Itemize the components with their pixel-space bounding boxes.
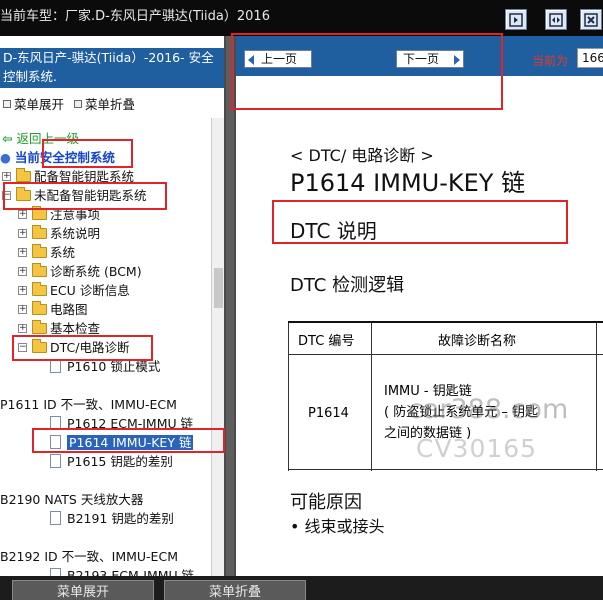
bottom-toolbar: 菜单展开 菜单折叠 — [0, 576, 603, 600]
table-bottom-border — [288, 469, 603, 470]
menu-collapse-link[interactable]: 菜单折叠 — [85, 97, 135, 112]
tree-item[interactable]: B2192 ID 不一致、IMMU-ECM — [0, 548, 178, 566]
folder-icon — [32, 320, 47, 334]
close-icon[interactable] — [580, 9, 602, 30]
tree-item[interactable]: B2190 NATS 天线放大器 — [0, 491, 143, 509]
annotation-box — [42, 139, 133, 168]
expand-plus-icon[interactable]: + — [18, 248, 27, 257]
expand-horizontal-icon[interactable] — [545, 9, 567, 30]
pane-splitter[interactable] — [224, 36, 236, 576]
document-icon — [50, 359, 61, 373]
folder-icon — [32, 263, 47, 277]
expand-plus-icon[interactable]: + — [18, 267, 27, 276]
tree-item[interactable]: + ECU 诊断信息 — [18, 282, 130, 300]
tree-item[interactable]: P1615 钥匙的差别 — [50, 453, 173, 471]
dtc-title: P1614 IMMU-KEY 链 — [290, 169, 526, 197]
menu-expand-button[interactable]: 菜单展开 — [12, 580, 154, 600]
menu-expand-link[interactable]: 菜单展开 — [14, 97, 64, 112]
tree-item[interactable]: + 电路图 — [18, 301, 88, 319]
expand-plus-icon[interactable]: + — [18, 305, 27, 314]
menu-controls: 菜单展开 菜单折叠 — [0, 94, 135, 113]
page-number-input[interactable]: 166 — [577, 48, 603, 68]
tree-item[interactable]: + 系统 — [18, 244, 75, 262]
tree-item[interactable]: B2191 钥匙的差别 — [50, 510, 174, 528]
expand-square-icon — [3, 100, 11, 108]
tree-scrollbar[interactable] — [211, 118, 224, 576]
watermark: car388.com — [408, 394, 569, 425]
menu-collapse-button[interactable]: 菜单折叠 — [164, 580, 306, 600]
document-icon — [50, 511, 61, 525]
splitter-grip[interactable] — [226, 36, 234, 576]
document-pane: 上一页 下一页 当前为 166 < DTC/ 电路诊断 > P1614 IMMU… — [236, 36, 603, 576]
page-label: 当前为 — [532, 54, 569, 68]
expand-plus-icon[interactable]: + — [18, 286, 27, 295]
annotation-box — [3, 182, 167, 210]
document-icon — [50, 454, 61, 468]
tree-item[interactable]: B2193 ECM-IMMU 链 — [50, 567, 194, 576]
system-header: D-东风日产-骐达(Tiida）-2016- 安全控制系统. — [0, 48, 224, 88]
document-icon — [50, 568, 61, 576]
tree-item[interactable]: + 诊断系统 (BCM) — [18, 263, 142, 281]
expand-plus-icon[interactable]: + — [18, 324, 27, 333]
arrow-right-boxed-icon[interactable] — [505, 9, 527, 30]
dtc-code-cell: P1614 — [308, 406, 349, 421]
scrollbar-thumb[interactable] — [214, 268, 223, 308]
dtc-logic-heading: DTC 检测逻辑 — [290, 275, 405, 296]
annotation-box — [12, 335, 153, 361]
navigation-pane: D-东风日产-骐达(Tiida）-2016- 安全控制系统. 菜单展开 菜单折叠… — [0, 36, 224, 576]
arrow-left-icon: ⇦ — [2, 131, 13, 146]
table-border — [288, 323, 289, 471]
expand-plus-icon[interactable]: + — [2, 172, 11, 181]
possible-cause-item: • 线束或接头 — [290, 517, 385, 536]
watermark: CV30165 — [416, 434, 538, 463]
collapse-square-icon — [74, 100, 82, 108]
annotation-box — [231, 33, 503, 110]
table-divider — [371, 323, 372, 471]
folder-icon — [16, 168, 31, 182]
folder-icon — [32, 244, 47, 258]
title-bar: 当前车型：厂家.D-东风日产骐达(Tiida）2016 — [0, 0, 603, 36]
possible-cause-heading: 可能原因 — [290, 492, 362, 513]
person-icon: ● — [0, 150, 11, 165]
expand-plus-icon[interactable]: + — [18, 229, 27, 238]
expand-plus-icon[interactable]: + — [18, 210, 27, 219]
table-divider — [596, 323, 597, 471]
tree-item[interactable]: P1611 ID 不一致、IMMU-ECM — [0, 396, 177, 414]
tree-item[interactable]: + 系统说明 — [18, 225, 100, 243]
annotation-box — [272, 200, 568, 244]
annotation-box — [32, 428, 225, 453]
column-header-code: DTC 编号 — [298, 334, 355, 349]
folder-icon — [32, 206, 47, 220]
folder-icon — [32, 282, 47, 296]
folder-icon — [32, 301, 47, 315]
window-title: 当前车型：厂家.D-东风日产骐达(Tiida）2016 — [0, 9, 270, 24]
column-header-name: 故障诊断名称 — [438, 334, 517, 349]
folder-icon — [32, 225, 47, 239]
